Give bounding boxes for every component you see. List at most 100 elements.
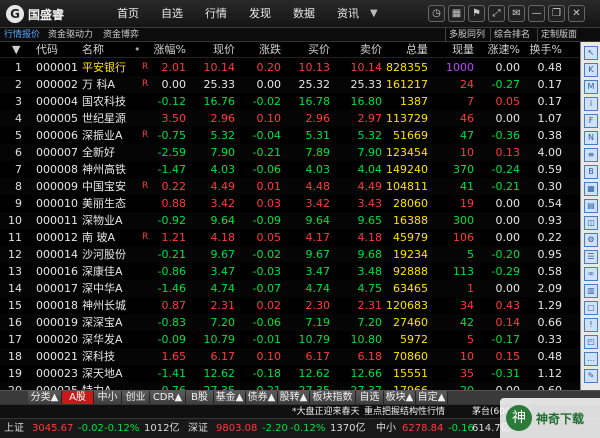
tab-fund-game[interactable]: 资金博弈 bbox=[103, 28, 139, 42]
col-chg-pct[interactable]: 涨幅% bbox=[142, 42, 186, 58]
category-tab[interactable]: 中小 bbox=[94, 391, 122, 405]
sz-label[interactable]: 深证 bbox=[188, 419, 208, 438]
table-row[interactable]: 10 000011 深物业A -0.92 9.64 -0.09 9.64 9.65 16388 3… bbox=[0, 212, 580, 229]
message-icon[interactable]: ✉ bbox=[508, 5, 525, 22]
table-row[interactable]: 6 000007 全新好 -2.59 7.90 -0.21 7.89 7.90 123454 10… bbox=[0, 144, 580, 161]
chart-icon[interactable]: ▤ bbox=[584, 199, 598, 213]
sort-icon[interactable]: ▼ bbox=[12, 42, 20, 58]
table-row[interactable]: 16 000019 深深宝A -0.83 7.20 -0.06 7.19 7.20 27460 4… bbox=[0, 314, 580, 331]
cell-price: 4.74 bbox=[210, 282, 236, 295]
col-name[interactable]: 名称 bbox=[82, 42, 104, 58]
cell-vol: 51669 bbox=[393, 129, 428, 142]
tab-fund-drive[interactable]: 资金驱动力 bbox=[48, 28, 93, 42]
category-tab[interactable]: 股转▲ bbox=[278, 391, 310, 405]
nav-watchlist[interactable]: 自选 bbox=[152, 0, 192, 28]
sh-label[interactable]: 上证 bbox=[4, 419, 24, 438]
tool-icon[interactable]: ✎ bbox=[584, 369, 598, 383]
table-row[interactable]: 4 000005 世纪星源 3.50 2.96 0.10 2.96 2.97 113729 46 0… bbox=[0, 110, 580, 127]
nav-market[interactable]: 行情 bbox=[196, 0, 236, 28]
col-bid[interactable]: 买价 bbox=[290, 42, 330, 58]
table-row[interactable]: 11 000012 南 玻A R 1.21 4.18 0.05 4.17 4.18 45979 10… bbox=[0, 229, 580, 246]
table-row[interactable]: 17 000020 深华发A -0.09 10.79 -0.01 10.79 10.80 597… bbox=[0, 331, 580, 348]
news-icon[interactable]: N bbox=[584, 131, 598, 145]
cell-name: 国农科技 bbox=[82, 95, 126, 108]
nav-discover[interactable]: 发现 bbox=[240, 0, 280, 28]
tab-custom-layout[interactable]: 定制版面 bbox=[537, 28, 580, 42]
table-row[interactable]: 18 000021 深科技 1.65 6.17 0.10 6.17 6.18 70860 10 0.… bbox=[0, 348, 580, 365]
cell-chg-pct: 1.21 bbox=[161, 231, 187, 244]
nav-news[interactable]: 资讯 bbox=[328, 0, 368, 28]
table-row[interactable]: 8 000009 中国宝安 R 0.22 4.49 0.01 4.48 4.49 104811 41… bbox=[0, 178, 580, 195]
table-row[interactable]: 1 000001 平安银行 R 2.01 10.14 0.20 10.13 10.14 82835… bbox=[0, 59, 580, 76]
category-tab[interactable]: 分类▲ bbox=[28, 391, 62, 405]
table-row[interactable]: 14 000017 深中华A -1.46 4.74 -0.07 4.74 4.75 63465 1… bbox=[0, 280, 580, 297]
nav-home[interactable]: 首页 bbox=[108, 0, 148, 28]
table-row[interactable]: 3 000004 国农科技 -0.12 16.76 -0.02 16.78 16.80 1387… bbox=[0, 93, 580, 110]
app-logo[interactable]: G 国盛睿 bbox=[6, 5, 76, 23]
col-turnover[interactable]: 换手% bbox=[522, 42, 562, 58]
settings-icon[interactable]: ⚙ bbox=[584, 233, 598, 247]
info-icon[interactable]: i bbox=[584, 97, 598, 111]
table-icon[interactable]: ▦ bbox=[584, 182, 598, 196]
tab-quotes[interactable]: 行情报价 bbox=[4, 28, 40, 42]
kline-icon[interactable]: K bbox=[584, 63, 598, 77]
col-cur-vol[interactable]: 现量 bbox=[440, 42, 474, 58]
expand-icon[interactable]: ⤢ bbox=[488, 5, 505, 22]
cell-chg-pct: -1.46 bbox=[157, 282, 186, 295]
cell-ask: 16.80 bbox=[350, 95, 383, 108]
category-tab[interactable]: 债券▲ bbox=[246, 391, 278, 405]
clock-icon[interactable]: ◷ bbox=[428, 5, 445, 22]
category-tab[interactable]: 自选 bbox=[356, 391, 384, 405]
table-row[interactable]: 12 000014 沙河股份 -0.21 9.67 -0.02 9.67 9.68 19234 5… bbox=[0, 246, 580, 263]
col-chg[interactable]: 涨跌 bbox=[243, 42, 281, 58]
table-row[interactable]: 19 000023 深天地A -1.41 12.62 -0.18 12.62 12.66 155… bbox=[0, 365, 580, 382]
table-row[interactable]: 9 000010 美丽生态 0.88 3.42 0.03 3.42 3.43 28060 19 0.… bbox=[0, 195, 580, 212]
sort-icon[interactable]: ≡ bbox=[584, 148, 598, 162]
category-tab[interactable]: 基金▲ bbox=[214, 391, 246, 405]
pointer-icon[interactable]: ↖ bbox=[584, 46, 598, 60]
close-icon[interactable]: ✕ bbox=[568, 5, 585, 22]
alert-icon[interactable]: ! bbox=[584, 318, 598, 332]
timeshare-icon[interactable]: M bbox=[584, 80, 598, 94]
more-icon[interactable]: … bbox=[584, 352, 598, 366]
col-ask[interactable]: 卖价 bbox=[340, 42, 382, 58]
minimize-icon[interactable]: — bbox=[528, 5, 545, 22]
table-row[interactable]: 15 000018 神州长城 0.87 2.31 0.02 2.30 2.31 120683 34… bbox=[0, 297, 580, 314]
table-row[interactable]: 5 000006 深振业A R -0.75 5.32 -0.04 5.31 5.32 51669 4… bbox=[0, 127, 580, 144]
category-tab[interactable]: B股 bbox=[186, 391, 214, 405]
cell-price: 12.62 bbox=[203, 367, 236, 380]
category-tab[interactable]: CDR▲ bbox=[150, 391, 186, 405]
cell-vol: 5972 bbox=[400, 333, 428, 346]
category-tab[interactable]: 创业 bbox=[122, 391, 150, 405]
tab-ranking[interactable]: 综合排名 bbox=[490, 28, 533, 42]
list-icon[interactable]: ☰ bbox=[584, 250, 598, 264]
layout-icon[interactable]: ◰ bbox=[584, 335, 598, 349]
category-tab[interactable]: 板块指数 bbox=[310, 391, 356, 405]
zx-label[interactable]: 中小 bbox=[376, 419, 396, 438]
caret-down-icon[interactable]: ▼ bbox=[370, 8, 378, 19]
news-ticker-1[interactable]: *大盘正迎来春天 bbox=[292, 405, 360, 419]
cell-cur: 113 bbox=[453, 265, 474, 278]
grid-icon[interactable]: ▦ bbox=[448, 5, 465, 22]
category-tab[interactable]: 自定▲ bbox=[416, 391, 448, 405]
tab-multi-stock[interactable]: 多股同列 bbox=[445, 28, 488, 42]
col-price[interactable]: 现价 bbox=[195, 42, 235, 58]
col-volume[interactable]: 总量 bbox=[392, 42, 428, 58]
board-icon[interactable]: B bbox=[584, 165, 598, 179]
table-row[interactable]: 7 000008 神州高铁 -1.47 4.03 -0.06 4.03 4.04 149240 3… bbox=[0, 161, 580, 178]
link-icon[interactable]: ∞ bbox=[584, 267, 598, 281]
walk-icon[interactable]: ⚑ bbox=[468, 5, 485, 22]
calendar-icon[interactable]: ◫ bbox=[584, 216, 598, 230]
table-row[interactable]: 2 000002 万 科A R 0.00 25.33 0.00 25.32 25.33 16121… bbox=[0, 76, 580, 93]
window-icon[interactable]: ▢ bbox=[584, 301, 598, 315]
book-icon[interactable]: ▥ bbox=[584, 284, 598, 298]
nav-data[interactable]: 数据 bbox=[284, 0, 324, 28]
news-ticker-2[interactable]: 重点把握结构性行情 bbox=[364, 405, 445, 419]
f10-icon[interactable]: F bbox=[584, 114, 598, 128]
category-tab[interactable]: A股 bbox=[62, 391, 94, 405]
col-code[interactable]: 代码 bbox=[36, 42, 58, 58]
restore-icon[interactable]: ❐ bbox=[548, 5, 565, 22]
category-tab[interactable]: 板块▲ bbox=[384, 391, 416, 405]
col-speed[interactable]: 涨速% bbox=[480, 42, 520, 58]
table-row[interactable]: 13 000016 深康佳A -0.86 3.47 -0.03 3.47 3.48 92888 1… bbox=[0, 263, 580, 280]
